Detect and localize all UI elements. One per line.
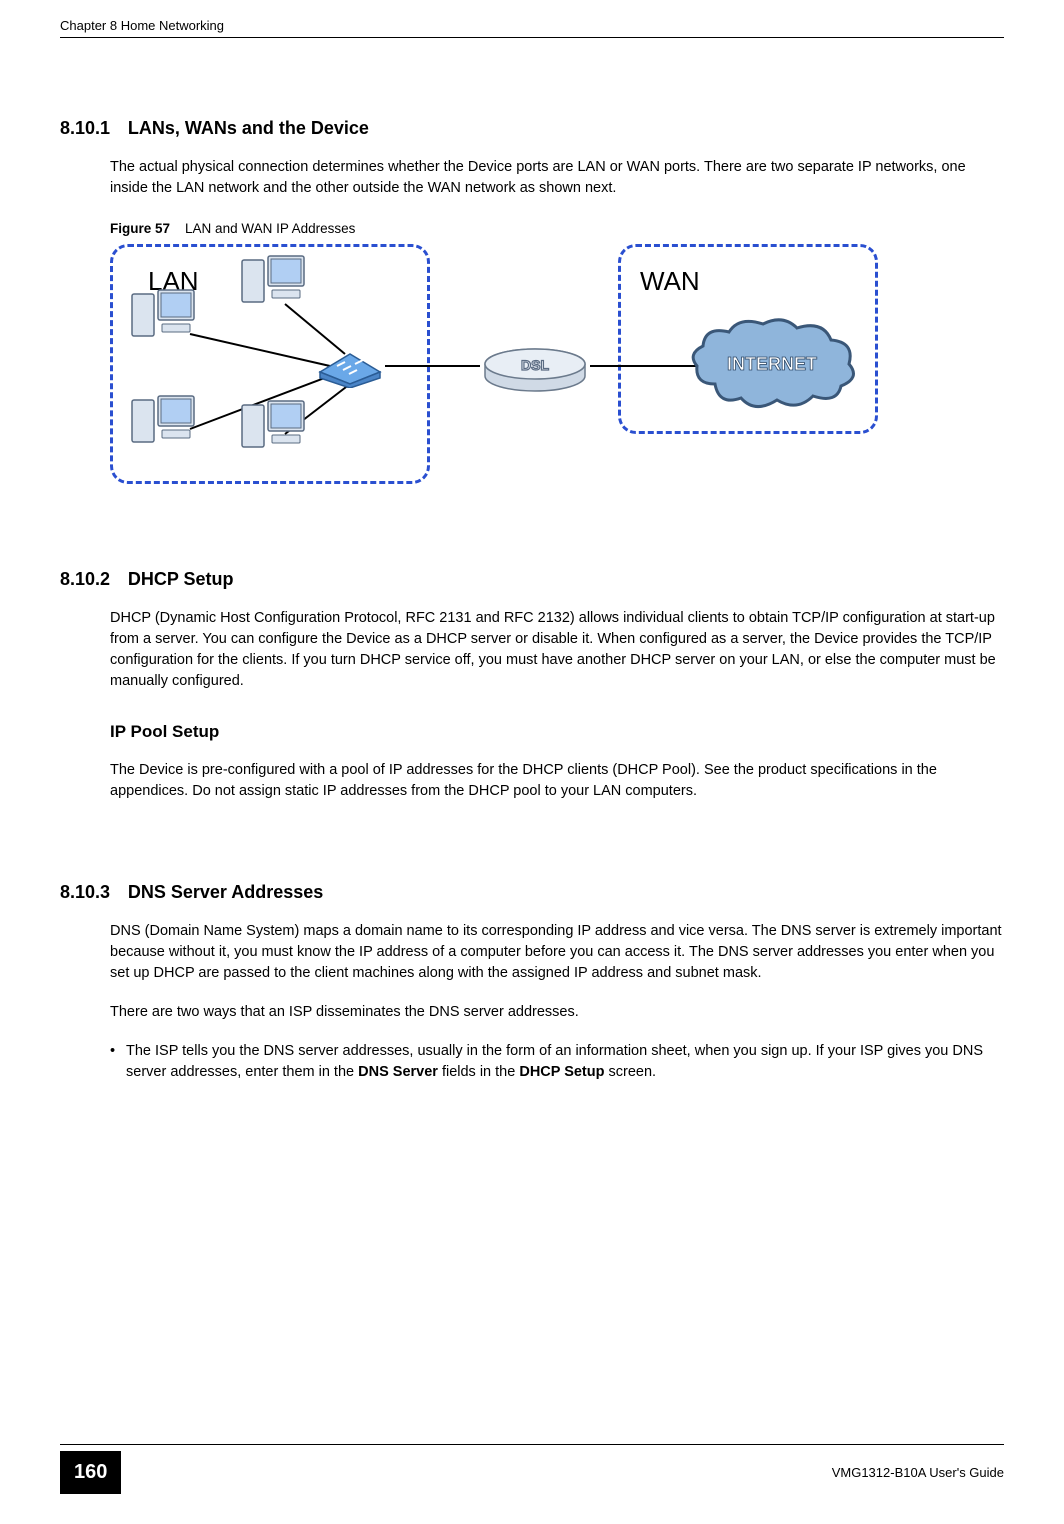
figure-caption: Figure 57 LAN and WAN IP Addresses [110, 221, 1004, 236]
section-title: LANs, WANs and the Device [128, 118, 369, 138]
section-number: 8.10.3 [60, 882, 110, 903]
figure-label: Figure 57 [110, 221, 170, 236]
figure-title: LAN and WAN IP Addresses [185, 221, 355, 236]
body-paragraph: There are two ways that an ISP dissemina… [110, 1002, 1004, 1023]
internet-cloud-icon: INTERNET [685, 314, 860, 414]
section-heading: 8.10.3 DNS Server Addresses [60, 842, 1004, 903]
bullet-text-bold: DNS Server [358, 1064, 438, 1080]
computer-icon [130, 288, 200, 348]
dsl-text: DSL [521, 357, 549, 373]
page-header: Chapter 8 Home Networking [0, 0, 1064, 37]
switch-icon [315, 344, 385, 388]
page-footer: 160 VMG1312-B10A User's Guide [0, 1444, 1064, 1494]
wan-label: WAN [640, 266, 700, 297]
page-number: 160 [60, 1451, 121, 1494]
connection-line [590, 365, 700, 367]
network-diagram: LAN WAN [110, 244, 880, 489]
section-number: 8.10.1 [60, 118, 110, 139]
guide-name: VMG1312-B10A User's Guide [832, 1465, 1004, 1480]
section-heading: 8.10.2 DHCP Setup [60, 529, 1004, 590]
section-number: 8.10.2 [60, 569, 110, 590]
bullet-text-part: screen. [604, 1064, 656, 1080]
body-paragraph: The actual physical connection determine… [110, 157, 1004, 199]
dsl-router-icon: DSL [480, 344, 590, 394]
subsection-title: IP Pool Setup [110, 722, 1004, 742]
section-title: DNS Server Addresses [128, 882, 323, 902]
section-heading: 8.10.1 LANs, WANs and the Device [60, 78, 1004, 139]
bullet-text-bold: DHCP Setup [519, 1064, 604, 1080]
page-content: 8.10.1 LANs, WANs and the Device The act… [0, 78, 1064, 1083]
section-title: DHCP Setup [128, 569, 234, 589]
bullet-item: The ISP tells you the DNS server address… [110, 1041, 1004, 1083]
chapter-label: Chapter 8 Home Networking [60, 18, 224, 33]
body-paragraph: DHCP (Dynamic Host Configuration Protoco… [110, 608, 1004, 692]
connection-line [385, 365, 480, 367]
computer-icon [240, 399, 310, 459]
header-divider [60, 37, 1004, 38]
computer-icon [130, 394, 200, 454]
footer-divider [60, 1444, 1004, 1445]
bullet-text-part: fields in the [438, 1064, 519, 1080]
body-paragraph: The Device is pre-configured with a pool… [110, 760, 1004, 802]
computer-icon [240, 254, 310, 314]
internet-text: INTERNET [727, 354, 817, 374]
body-paragraph: DNS (Domain Name System) maps a domain n… [110, 921, 1004, 984]
